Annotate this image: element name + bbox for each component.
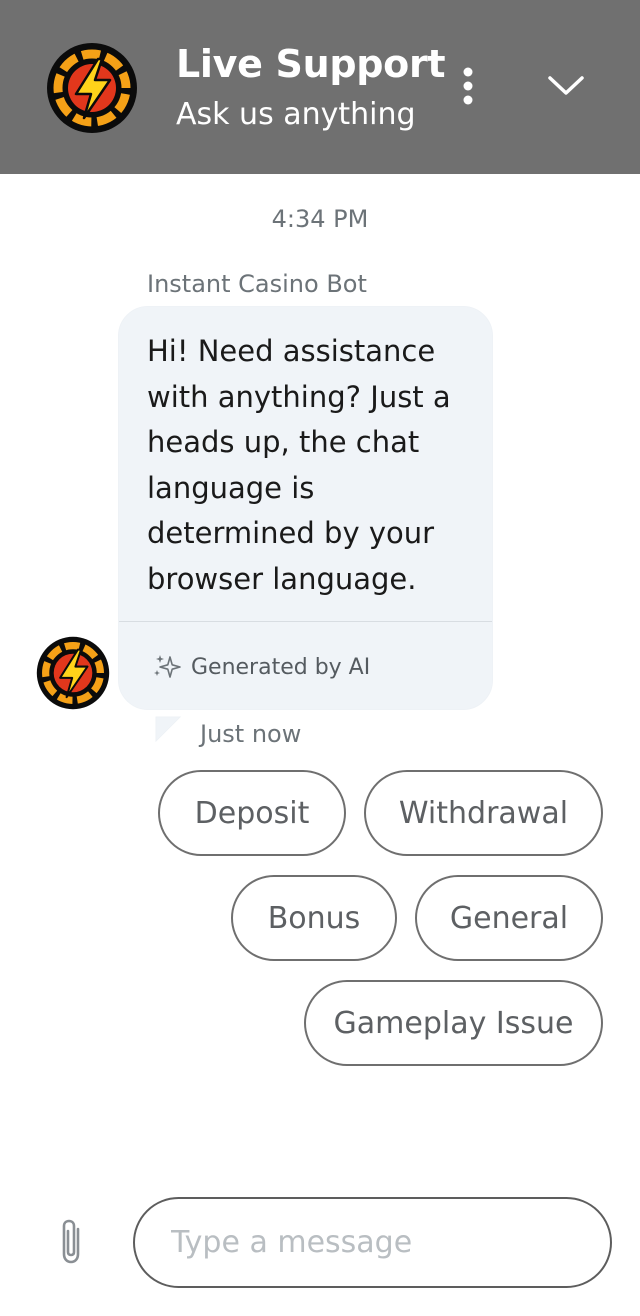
bot-sender-name: Instant Casino Bot (147, 270, 367, 298)
lightning-chip-logo-icon (47, 43, 137, 133)
quick-reply-withdrawal[interactable]: Withdrawal (364, 770, 603, 856)
quick-reply-gameplay-issue[interactable]: Gameplay Issue (304, 980, 603, 1066)
message-time: Just now (200, 720, 302, 748)
bubble-tail (155, 716, 182, 743)
sparkles-icon (154, 655, 181, 678)
paperclip-icon (62, 1219, 80, 1264)
message-input[interactable] (133, 1197, 612, 1288)
bot-avatar (36, 636, 110, 710)
ai-generated-badge: Generated by AI (153, 653, 370, 681)
header-title: Live Support (176, 42, 446, 86)
bot-message-text: Hi! Need assistance with anything? Just … (147, 334, 451, 596)
quick-reply-bonus[interactable]: Bonus (231, 875, 397, 961)
bot-message-bubble: Hi! Need assistance with anything? Just … (118, 306, 493, 710)
more-vertical-icon (463, 67, 473, 105)
quick-reply-deposit[interactable]: Deposit (158, 770, 346, 856)
quick-reply-general[interactable]: General (415, 875, 603, 961)
brand-logo (46, 42, 138, 134)
chat-header: Live Support Ask us anything (0, 0, 640, 174)
minimize-chat-button[interactable] (540, 62, 592, 110)
conversation-timestamp: 4:34 PM (271, 205, 369, 233)
ai-badge-label: Generated by AI (191, 654, 371, 680)
more-options-button[interactable] (448, 62, 488, 110)
bubble-divider (119, 621, 492, 622)
header-subtitle: Ask us anything (176, 97, 416, 132)
lightning-chip-avatar-icon (36, 636, 110, 710)
attach-file-button[interactable] (52, 1214, 92, 1270)
chevron-down-icon (548, 76, 584, 95)
